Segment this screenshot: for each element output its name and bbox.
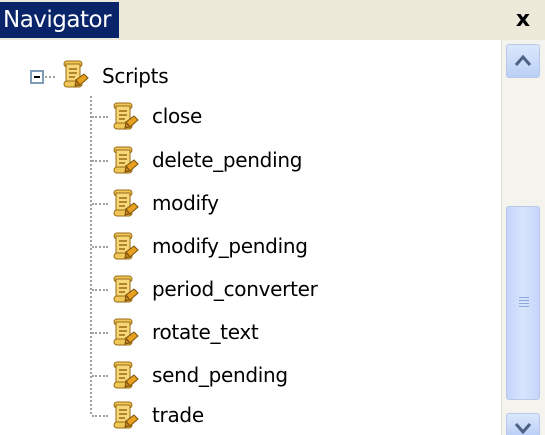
tree-item-delete-pending[interactable]: delete_pending — [86, 140, 466, 180]
scroll-down-button[interactable] — [506, 413, 540, 435]
tree-item-label: close — [152, 104, 203, 128]
tree-item-label: send_pending — [152, 363, 288, 387]
navigator-tree: Scripts close delete_pending modify modi… — [0, 40, 500, 435]
script-scroll-icon — [110, 359, 140, 391]
script-scroll-icon — [110, 230, 140, 262]
tree-connector — [92, 332, 108, 334]
tree-connector — [92, 116, 108, 118]
tree-item-label: period_converter — [152, 277, 318, 301]
title-bar: Navigator x — [0, 0, 545, 40]
vertical-scrollbar[interactable] — [501, 40, 545, 435]
tree-item-label: modify — [152, 191, 219, 215]
scroll-thumb[interactable] — [506, 206, 540, 400]
script-scroll-icon — [110, 187, 140, 219]
tree-connector — [92, 415, 108, 417]
grip-icon — [519, 297, 529, 307]
tree-connector — [92, 160, 108, 162]
tree-item-close[interactable]: close — [86, 96, 466, 136]
tree-connector — [92, 246, 108, 248]
tree-connector — [92, 289, 108, 291]
tree-item-trade[interactable]: trade — [86, 395, 466, 435]
tree-item-modify[interactable]: modify — [86, 183, 466, 223]
tree-connector — [92, 375, 108, 377]
script-scroll-icon — [110, 399, 140, 431]
tree-item-label: modify_pending — [152, 234, 308, 258]
tree-connector — [92, 203, 108, 205]
tree-node-scripts[interactable]: Scripts — [26, 50, 326, 94]
close-icon[interactable]: x — [508, 5, 538, 35]
scroll-up-button[interactable] — [506, 44, 540, 78]
navigator-window: Navigator x Scripts close delete_pending… — [0, 0, 545, 435]
tree-item-modify-pending[interactable]: modify_pending — [86, 226, 466, 266]
tree-connector — [45, 76, 55, 78]
tree-node-label: Scripts — [102, 64, 169, 88]
collapse-toggle-icon[interactable] — [30, 70, 44, 84]
script-scroll-icon — [60, 58, 90, 90]
script-scroll-icon — [110, 316, 140, 348]
tree-item-period-converter[interactable]: period_converter — [86, 269, 466, 309]
script-scroll-icon — [110, 100, 140, 132]
tree-item-send-pending[interactable]: send_pending — [86, 355, 466, 395]
tree-item-rotate-text[interactable]: rotate_text — [86, 312, 466, 352]
panel-title: Navigator — [0, 2, 120, 38]
tree-item-label: trade — [152, 403, 204, 427]
script-scroll-icon — [110, 144, 140, 176]
chevron-up-icon — [514, 54, 532, 66]
tree-item-label: rotate_text — [152, 320, 259, 344]
tree-item-label: delete_pending — [152, 148, 303, 172]
chevron-down-icon — [514, 423, 532, 435]
script-scroll-icon — [110, 273, 140, 305]
